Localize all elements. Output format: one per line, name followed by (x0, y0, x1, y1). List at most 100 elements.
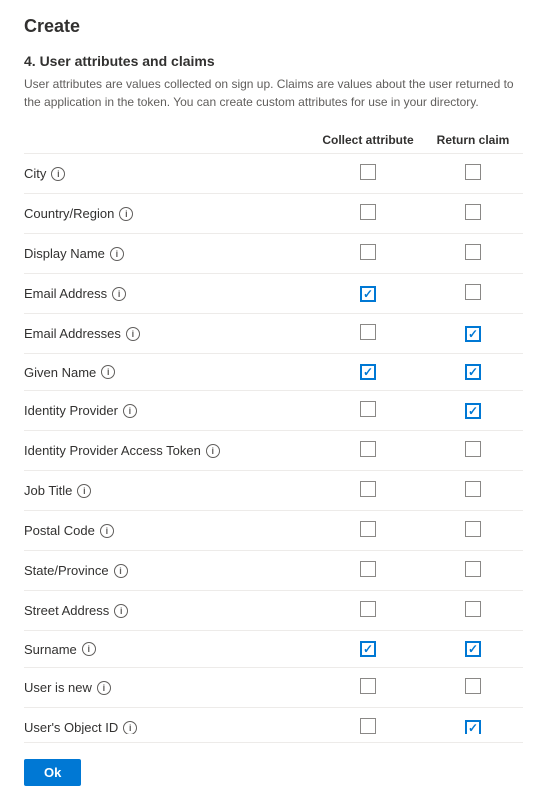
info-icon[interactable]: i (101, 365, 115, 379)
attributes-table-container: Collect attribute Return claim CityiCoun… (24, 127, 523, 734)
return-cell (423, 471, 523, 511)
collect-cell (313, 391, 423, 431)
table-row: Postal Codei (24, 511, 523, 551)
table-row: Email Addresses i ✓ (24, 314, 523, 354)
info-icon[interactable]: i (123, 721, 137, 735)
table-row: Identity Provider i ✓ (24, 391, 523, 431)
collect-cell: ✓ (313, 631, 423, 668)
return-checkbox[interactable] (465, 244, 481, 260)
collect-checkbox[interactable]: ✓ (360, 364, 376, 380)
collect-cell (313, 314, 423, 354)
table-row: User is new i (24, 668, 523, 708)
row-label-text: User is new (24, 680, 92, 695)
info-icon[interactable]: i (114, 564, 128, 578)
info-icon[interactable]: i (114, 604, 128, 618)
table-row: State/Province i (24, 551, 523, 591)
collect-checkbox[interactable] (360, 164, 376, 180)
collect-cell (313, 154, 423, 194)
row-label-cell: User is new i (24, 668, 313, 708)
info-icon[interactable]: i (206, 444, 220, 458)
table-row: Identity Provider Access Tokeni (24, 431, 523, 471)
section-description: User attributes are values collected on … (24, 75, 523, 111)
row-label-text: Email Address (24, 286, 107, 301)
collect-checkbox[interactable] (360, 204, 376, 220)
collect-checkbox[interactable] (360, 324, 376, 340)
return-checkbox[interactable]: ✓ (465, 403, 481, 419)
collect-cell (313, 194, 423, 234)
return-checkbox[interactable] (465, 441, 481, 457)
collect-checkbox[interactable] (360, 521, 376, 537)
collect-cell (313, 511, 423, 551)
row-label-cell: Identity Provider i (24, 391, 313, 431)
row-label-text: Street Address (24, 603, 109, 618)
return-checkbox[interactable] (465, 561, 481, 577)
return-cell (423, 511, 523, 551)
collect-cell (313, 708, 423, 735)
row-label-cell: Display Name i (24, 234, 313, 274)
row-label-cell: Job Titlei (24, 471, 313, 511)
row-label-text: Surname (24, 642, 77, 657)
attributes-table: Collect attribute Return claim CityiCoun… (24, 127, 523, 734)
info-icon[interactable]: i (112, 287, 126, 301)
row-label-text: Display Name (24, 246, 105, 261)
collect-checkbox[interactable] (360, 244, 376, 260)
info-icon[interactable]: i (77, 484, 91, 498)
row-label-cell: Surname i (24, 631, 313, 668)
row-label-text: Identity Provider (24, 403, 118, 418)
return-checkbox[interactable] (465, 284, 481, 300)
collect-checkbox[interactable] (360, 401, 376, 417)
return-cell: ✓ (423, 354, 523, 391)
table-row: Given Name i ✓ ✓ (24, 354, 523, 391)
row-label-text: Given Name (24, 365, 96, 380)
info-icon[interactable]: i (119, 207, 133, 221)
row-label-cell: User's Object IDi (24, 708, 313, 735)
return-cell (423, 591, 523, 631)
info-icon[interactable]: i (97, 681, 111, 695)
collect-checkbox[interactable] (360, 481, 376, 497)
info-icon[interactable]: i (100, 524, 114, 538)
collect-checkbox[interactable] (360, 678, 376, 694)
row-label-cell: State/Province i (24, 551, 313, 591)
ok-button[interactable]: Ok (24, 759, 81, 786)
row-label-text: City (24, 166, 46, 181)
row-label-cell: Given Name i (24, 354, 313, 391)
info-icon[interactable]: i (82, 642, 96, 656)
return-checkbox[interactable] (465, 481, 481, 497)
return-checkbox[interactable] (465, 678, 481, 694)
collect-cell (313, 591, 423, 631)
return-checkbox[interactable] (465, 601, 481, 617)
info-icon[interactable]: i (123, 404, 137, 418)
collect-checkbox[interactable] (360, 718, 376, 734)
col-return-header: Return claim (423, 127, 523, 154)
collect-checkbox[interactable]: ✓ (360, 641, 376, 657)
row-label-cell: Email Address i (24, 274, 313, 314)
row-label-text: State/Province (24, 563, 109, 578)
info-icon[interactable]: i (110, 247, 124, 261)
table-row: Email Address i ✓ (24, 274, 523, 314)
return-cell (423, 668, 523, 708)
table-row: Display Name i (24, 234, 523, 274)
row-label-text: Email Addresses (24, 326, 121, 341)
page-title: Create (24, 16, 523, 37)
info-icon[interactable]: i (51, 167, 65, 181)
return-checkbox[interactable]: ✓ (465, 326, 481, 342)
return-checkbox[interactable] (465, 204, 481, 220)
return-cell (423, 551, 523, 591)
return-checkbox[interactable]: ✓ (465, 364, 481, 380)
collect-checkbox[interactable] (360, 601, 376, 617)
return-checkbox[interactable]: ✓ (465, 641, 481, 657)
return-checkbox[interactable]: ✓ (465, 720, 481, 735)
row-label-cell: Identity Provider Access Tokeni (24, 431, 313, 471)
return-cell: ✓ (423, 314, 523, 354)
collect-cell (313, 668, 423, 708)
return-cell (423, 194, 523, 234)
info-icon[interactable]: i (126, 327, 140, 341)
return-checkbox[interactable] (465, 521, 481, 537)
table-row: Cityi (24, 154, 523, 194)
table-row: Surname i ✓ ✓ (24, 631, 523, 668)
collect-checkbox[interactable]: ✓ (360, 286, 376, 302)
collect-checkbox[interactable] (360, 561, 376, 577)
collect-checkbox[interactable] (360, 441, 376, 457)
return-cell: ✓ (423, 708, 523, 735)
return-checkbox[interactable] (465, 164, 481, 180)
